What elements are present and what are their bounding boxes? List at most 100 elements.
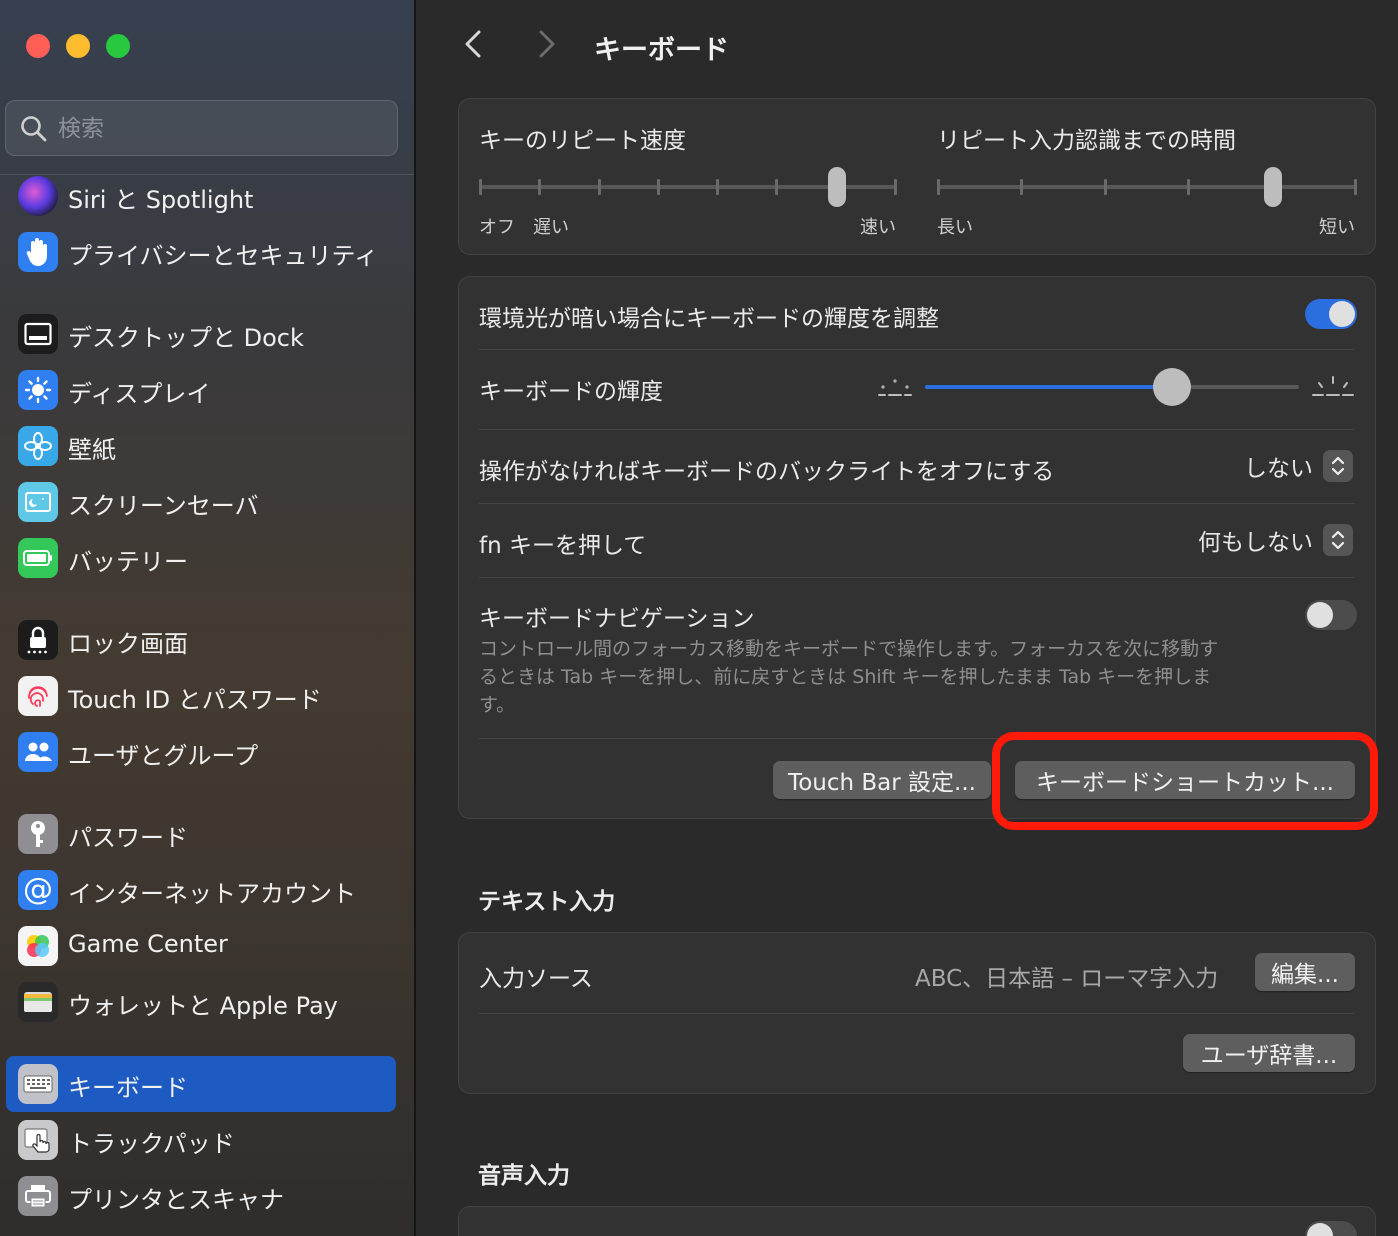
row-divider — [479, 349, 1355, 350]
input-sources-value: ABC、日本語 – ローマ字入力 — [915, 966, 1219, 992]
delay-long-label: 長い — [937, 217, 973, 238]
search-input[interactable] — [58, 111, 378, 147]
sidebar-item-screensaver[interactable]: スクリーンセーバ — [6, 474, 396, 530]
row-divider — [479, 429, 1355, 430]
slider-knob[interactable] — [1152, 368, 1191, 406]
keyboard-icon — [18, 1064, 58, 1104]
key-repeat-rate-slider[interactable] — [479, 165, 897, 209]
privacy-hand-icon — [18, 232, 58, 272]
sidebar-item-users-groups[interactable]: ユーザとグループ — [6, 724, 396, 780]
wallet-icon — [18, 982, 58, 1022]
brightness-low-icon — [878, 379, 912, 396]
touch-bar-settings-button[interactable]: Touch Bar 設定... — [773, 761, 991, 799]
ambient-brightness-label: 環境光が暗い場合にキーボードの輝度を調整 — [479, 306, 939, 332]
battery-icon — [18, 538, 58, 578]
slider-track — [937, 185, 1357, 189]
toggle-knob — [1307, 1223, 1333, 1236]
rate-off-label: オフ — [479, 217, 515, 238]
sidebar-item-siri-spotlight[interactable]: Siri と Spotlight — [6, 168, 396, 224]
delay-short-label: 短い — [1319, 217, 1355, 238]
display-sun-icon — [18, 370, 58, 410]
sidebar-item-label: バッテリー — [68, 548, 188, 576]
keyboard-brightness-slider[interactable] — [925, 368, 1299, 406]
sidebar-item-label: プライバシーとセキュリティ — [68, 242, 379, 270]
rate-slow-label: 遅い — [533, 217, 569, 238]
slider-tick — [1103, 179, 1107, 195]
sidebar-item-label: スクリーンセーバ — [68, 492, 259, 520]
sidebar-item-label: 壁紙 — [68, 436, 116, 464]
sidebar-item-wallet-apple-pay[interactable]: ウォレットと Apple Pay — [6, 974, 396, 1030]
stepper-chevron-icon — [1323, 450, 1353, 482]
sidebar-item-keyboard[interactable]: キーボード — [6, 1056, 396, 1112]
slider-tick — [1354, 179, 1357, 195]
sidebar-item-label: Game Center — [68, 930, 228, 958]
page-title: キーボード — [594, 35, 729, 66]
screensaver-icon — [18, 482, 58, 522]
ambient-brightness-toggle[interactable] — [1305, 299, 1357, 329]
slider-tick — [538, 179, 542, 195]
sidebar-item-touch-id[interactable]: Touch ID とパスワード — [6, 668, 396, 724]
sidebar-item-trackpad[interactable]: トラックパッド — [6, 1112, 396, 1168]
slider-knob[interactable] — [827, 167, 846, 207]
back-chevron-icon[interactable] — [456, 26, 492, 62]
key-icon — [18, 814, 58, 854]
sidebar-item-label: デスクトップと Dock — [68, 324, 304, 352]
sidebar-item-internet-accounts[interactable]: @ インターネットアカウント — [6, 862, 396, 918]
dictation-toggle[interactable] — [1305, 1221, 1357, 1236]
sidebar-item-label: ウォレットと Apple Pay — [68, 992, 338, 1020]
dictation-section-title: 音声入力 — [478, 1163, 570, 1189]
forward-chevron-icon[interactable] — [528, 26, 564, 62]
toggle-knob — [1307, 602, 1333, 628]
close-window-button[interactable] — [26, 34, 50, 58]
sidebar-item-desktop-dock[interactable]: デスクトップと Dock — [6, 306, 396, 362]
sidebar-item-passwords[interactable]: パスワード — [6, 806, 396, 862]
backlight-off-label: 操作がなければキーボードのバックライトをオフにする — [479, 459, 1055, 485]
user-dictionary-button[interactable]: ユーザ辞書... — [1183, 1034, 1355, 1072]
sidebar-item-label: トラックパッド — [68, 1130, 235, 1158]
slider-tick — [716, 179, 720, 195]
sidebar-item-lock-screen[interactable]: ロック画面 — [6, 612, 396, 668]
fn-key-popup[interactable]: 何もしない — [1198, 523, 1353, 557]
stepper-chevron-icon — [1323, 524, 1353, 556]
sidebar-item-game-center[interactable]: Game Center — [6, 918, 396, 974]
backlight-off-popup[interactable]: しない — [1244, 449, 1353, 483]
backlight-off-value: しない — [1244, 456, 1313, 482]
fn-key-label: fn キーを押して — [479, 533, 647, 559]
keyboard-navigation-label: キーボードナビゲーション — [479, 606, 755, 632]
sidebar-item-label: ユーザとグループ — [68, 742, 259, 770]
users-icon — [18, 732, 58, 772]
sidebar-item-label: インターネットアカウント — [68, 880, 356, 908]
keyboard-navigation-toggle[interactable] — [1305, 600, 1357, 630]
slider-tick — [775, 179, 779, 195]
slider-tick — [597, 179, 601, 195]
minimize-window-button[interactable] — [66, 34, 90, 58]
search-field[interactable] — [5, 100, 398, 156]
row-divider — [479, 503, 1355, 504]
sidebar-item-displays[interactable]: ディスプレイ — [6, 362, 396, 418]
sidebar-item-label: ロック画面 — [68, 630, 188, 658]
search-icon — [21, 116, 47, 142]
key-repeat-rate-label: キーのリピート速度 — [479, 128, 686, 154]
slider-tick — [937, 179, 940, 195]
zoom-window-button[interactable] — [106, 34, 130, 58]
delay-until-repeat-label: リピート入力認識までの時間 — [937, 128, 1236, 154]
sidebar-item-label: Touch ID とパスワード — [68, 686, 322, 714]
row-divider — [479, 1013, 1355, 1014]
sidebar-item-label: プリンタとスキャナ — [68, 1186, 284, 1214]
brightness-high-icon — [1312, 376, 1354, 396]
key-repeat-card: キーのリピート速度 リピート入力認識までの時間 オフ 遅い 速い 長い 短い — [458, 98, 1376, 255]
delay-until-repeat-slider[interactable] — [937, 165, 1357, 209]
desktop-dock-icon — [18, 314, 58, 354]
toggle-knob — [1329, 301, 1355, 327]
sidebar-item-privacy-security[interactable]: プライバシーとセキュリティ — [6, 224, 396, 280]
sidebar-item-wallpaper[interactable]: 壁紙 — [6, 418, 396, 474]
dictation-card — [458, 1206, 1376, 1236]
text-input-section-title: テキスト入力 — [478, 889, 616, 915]
edit-input-sources-button[interactable]: 編集... — [1255, 953, 1355, 991]
sidebar-item-printers-scanners[interactable]: プリンタとスキャナ — [6, 1168, 396, 1224]
slider-knob[interactable] — [1263, 167, 1282, 207]
sidebar-item-battery[interactable]: バッテリー — [6, 530, 396, 586]
at-sign-icon: @ — [18, 870, 58, 910]
input-sources-label: 入力ソース — [479, 966, 593, 992]
keyboard-brightness-label: キーボードの輝度 — [479, 379, 663, 405]
